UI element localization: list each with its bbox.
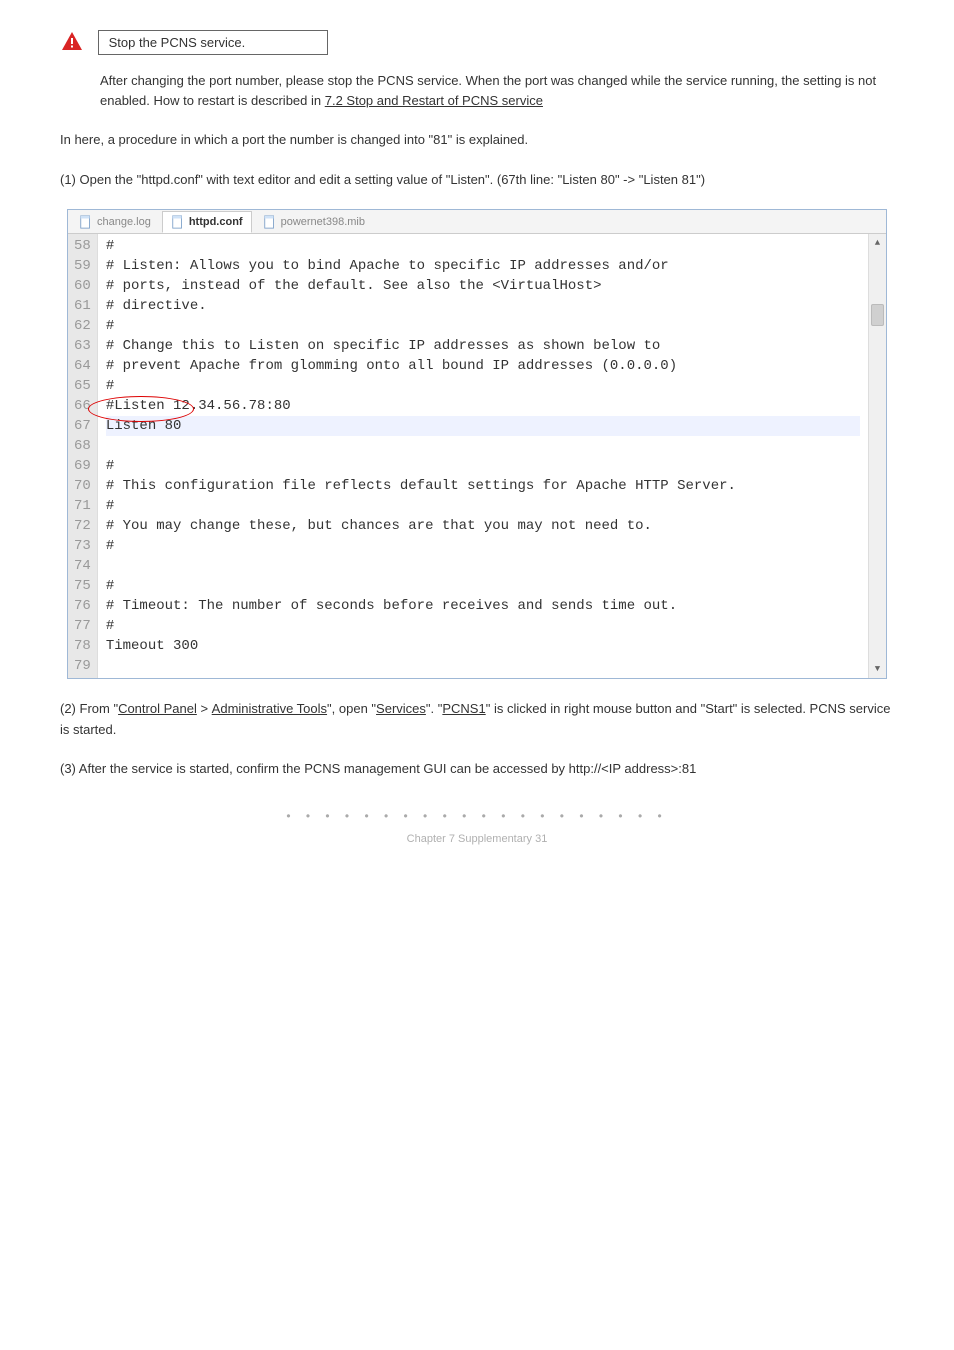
line-number: 72 — [74, 516, 91, 536]
code-line: # Change this to Listen on specific IP a… — [106, 336, 860, 356]
warning-icon — [60, 30, 84, 57]
code-line: # ports, instead of the default. See als… — [106, 276, 860, 296]
code-line: # — [106, 576, 860, 596]
line-number: 63 — [74, 336, 91, 356]
code-line: # — [106, 376, 860, 396]
code-line — [106, 656, 860, 676]
tab-changelog[interactable]: change.log — [70, 211, 160, 233]
code-line: # — [106, 496, 860, 516]
link-services[interactable]: Services — [376, 701, 426, 716]
vertical-scrollbar[interactable]: ▲ ▼ — [868, 234, 886, 678]
step2-mid2: ", open " — [327, 701, 376, 716]
warning-link[interactable]: 7.2 Stop and Restart of PCNS service — [325, 93, 543, 108]
code-line: # — [106, 616, 860, 636]
code-line: # directive. — [106, 296, 860, 316]
step-2: (2) From "Control Panel > Administrative… — [60, 699, 894, 741]
line-number: 67 — [74, 416, 91, 436]
line-number: 79 — [74, 656, 91, 676]
section-divider-dots: • • • • • • • • • • • • • • • • • • • • — [60, 809, 894, 823]
scroll-down-icon[interactable]: ▼ — [869, 660, 886, 678]
line-number: 76 — [74, 596, 91, 616]
file-icon — [263, 215, 277, 229]
warning-box: Stop the PCNS service. — [98, 30, 328, 55]
line-number: 61 — [74, 296, 91, 316]
code-line — [106, 436, 860, 456]
code-editor: change.log httpd.conf powernet398.mib 58… — [67, 209, 887, 679]
link-pcns1[interactable]: PCNS1 — [442, 701, 485, 716]
file-icon — [171, 215, 185, 229]
line-number: 69 — [74, 456, 91, 476]
line-number: 58 — [74, 236, 91, 256]
code-line: # — [106, 316, 860, 336]
code-area: 5859606162636465666768697071727374757677… — [68, 234, 886, 678]
step-1: (1) Open the "httpd.conf" with text edit… — [60, 170, 894, 190]
step2-mid3: ". " — [426, 701, 442, 716]
warning-paragraph: After changing the port number, please s… — [100, 71, 894, 110]
code-line: Listen 80 — [106, 416, 860, 436]
code-line: Timeout 300 — [106, 636, 860, 656]
line-number: 74 — [74, 556, 91, 576]
line-number: 60 — [74, 276, 91, 296]
code-line: # Listen: Allows you to bind Apache to s… — [106, 256, 860, 276]
code-line: # — [106, 536, 860, 556]
tab-powernet[interactable]: powernet398.mib — [254, 211, 374, 233]
line-number: 73 — [74, 536, 91, 556]
tab-label: change.log — [97, 216, 151, 228]
code-line: # You may change these, but chances are … — [106, 516, 860, 536]
line-number-gutter: 5859606162636465666768697071727374757677… — [68, 234, 98, 678]
line-number: 59 — [74, 256, 91, 276]
code-lines[interactable]: ## Listen: Allows you to bind Apache to … — [98, 234, 868, 678]
line-number: 71 — [74, 496, 91, 516]
scroll-up-icon[interactable]: ▲ — [869, 234, 886, 252]
link-control-panel[interactable]: Control Panel — [118, 701, 197, 716]
line-number: 62 — [74, 316, 91, 336]
code-line: #Listen 12.34.56.78:80 — [106, 396, 860, 416]
code-line: # prevent Apache from glomming onto all … — [106, 356, 860, 376]
code-line — [106, 556, 860, 576]
line-number: 70 — [74, 476, 91, 496]
step2-pre: (2) From " — [60, 701, 118, 716]
tab-label: powernet398.mib — [281, 216, 365, 228]
tab-label: httpd.conf — [189, 216, 243, 228]
code-line: # — [106, 236, 860, 256]
line-number: 75 — [74, 576, 91, 596]
link-admin-tools[interactable]: Administrative Tools — [212, 701, 327, 716]
editor-tabs: change.log httpd.conf powernet398.mib — [68, 210, 886, 234]
step2-mid1: > — [197, 701, 212, 716]
file-icon — [79, 215, 93, 229]
line-number: 65 — [74, 376, 91, 396]
step-3: (3) After the service is started, confir… — [60, 759, 894, 780]
intro-paragraph: In here, a procedure in which a port the… — [60, 130, 894, 150]
line-number: 66 — [74, 396, 91, 416]
code-line: # — [106, 456, 860, 476]
line-number: 64 — [74, 356, 91, 376]
line-number: 78 — [74, 636, 91, 656]
chapter-footer: Chapter 7 Supplementary 31 — [60, 833, 894, 845]
line-number: 68 — [74, 436, 91, 456]
code-line: # Timeout: The number of seconds before … — [106, 596, 860, 616]
warning-box-text: Stop the PCNS service. — [109, 35, 246, 50]
tab-httpdconf[interactable]: httpd.conf — [162, 211, 252, 233]
line-number: 77 — [74, 616, 91, 636]
scroll-thumb[interactable] — [871, 304, 884, 326]
code-line: # This configuration file reflects defau… — [106, 476, 860, 496]
